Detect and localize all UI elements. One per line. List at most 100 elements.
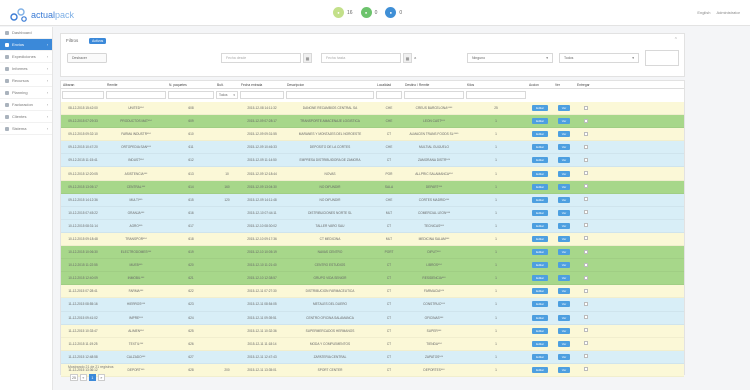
deliver-checkbox[interactable] xyxy=(584,301,588,306)
view-button[interactable]: Ver xyxy=(557,157,571,164)
deliver-checkbox[interactable] xyxy=(584,236,588,241)
collapse-icon[interactable]: ⌃ xyxy=(674,37,678,43)
edit-button[interactable]: Editar xyxy=(532,183,548,190)
table-row[interactable]: 10-12-2015 08:31:14 AGRO*** 617 2015-12-10 … xyxy=(61,219,684,233)
calendar-icon[interactable]: ▦ xyxy=(403,53,412,63)
deliver-checkbox[interactable] xyxy=(584,354,588,359)
deliver-checkbox[interactable] xyxy=(584,328,588,333)
table-row[interactable]: 11-12-2015 08:55:16 HIERROS*** 623 2015-12-… xyxy=(61,298,684,312)
deliver-checkbox[interactable] xyxy=(584,249,588,254)
column-header[interactable]: Remite xyxy=(105,81,167,88)
deliver-checkbox[interactable] xyxy=(584,157,588,162)
status-dot[interactable]: ● xyxy=(385,7,397,18)
deliver-checkbox[interactable] xyxy=(584,144,588,149)
column-filter-input[interactable] xyxy=(404,91,464,99)
type-select[interactable]: Todos ▾ xyxy=(559,53,639,63)
edit-button[interactable]: Editar xyxy=(532,314,548,321)
edit-button[interactable]: Editar xyxy=(532,366,548,373)
deliver-checkbox[interactable] xyxy=(584,105,588,110)
deliver-checkbox[interactable] xyxy=(584,275,588,280)
edit-button[interactable]: Editar xyxy=(532,249,548,256)
view-button[interactable]: Ver xyxy=(557,144,571,151)
view-button[interactable]: Ver xyxy=(557,222,571,229)
deliver-checkbox[interactable] xyxy=(584,171,588,176)
column-filter-input[interactable]: Todos ▾ xyxy=(216,91,238,99)
deliver-checkbox[interactable] xyxy=(584,197,588,202)
edit-button[interactable]: Editar xyxy=(532,157,548,164)
page-button[interactable]: « xyxy=(79,374,87,381)
view-button[interactable]: Ver xyxy=(557,249,571,256)
table-row[interactable]: 11-12-2015 09:41:02 IMPRE*** 624 2015-12-11… xyxy=(61,311,684,325)
edit-button[interactable]: Editar xyxy=(532,222,548,229)
table-row[interactable]: 11-12-2015 10:33:47 ALIMEN*** 625 2015-12-1… xyxy=(61,324,684,338)
column-filter-input[interactable] xyxy=(168,91,214,99)
edit-button[interactable]: Editar xyxy=(532,288,548,295)
user-menu-link[interactable]: Administrator xyxy=(716,10,740,15)
table-row[interactable]: 10-12-2015 10:06:30 ELECTRODOMES*** 619 201… xyxy=(61,246,684,260)
page-size-select[interactable]: 25 xyxy=(70,374,78,381)
sidebar-item-clientes[interactable]: Clientes › xyxy=(0,111,52,123)
status-dot[interactable]: ● xyxy=(333,7,344,18)
view-button[interactable]: Ver xyxy=(557,314,571,321)
deliver-checkbox[interactable] xyxy=(584,288,588,293)
table-row[interactable]: 09-12-2015 12:20:05 ASISTENCIA*** 613 10 201… xyxy=(61,167,684,181)
view-button[interactable]: Ver xyxy=(557,366,571,373)
edit-button[interactable]: Editar xyxy=(532,340,548,347)
sidebar-item-dashboard[interactable]: Dashboard xyxy=(0,27,52,39)
column-filter-input[interactable] xyxy=(62,91,104,99)
deliver-checkbox[interactable] xyxy=(584,131,588,136)
view-button[interactable]: Ver xyxy=(557,288,571,295)
deliver-checkbox[interactable] xyxy=(584,341,588,346)
table-row[interactable]: 11-12-2015 13:36:12 DEPORT*** 628 200 2015-1… xyxy=(61,363,684,377)
column-filter-input[interactable] xyxy=(376,91,402,99)
column-header[interactable]: Kilos xyxy=(465,81,527,88)
deliver-checkbox[interactable] xyxy=(584,262,588,267)
sidebar-item-facturacion[interactable]: Facturacion › xyxy=(0,99,52,111)
column-header[interactable]: Entregar xyxy=(575,81,597,88)
table-row[interactable]: 09-12-2015 14:12:36 MULTI*** 615 120 2015-12… xyxy=(61,193,684,207)
edit-button[interactable]: Editar xyxy=(532,301,548,308)
column-filter-input[interactable] xyxy=(466,91,526,99)
calendar-icon[interactable]: ▦ xyxy=(303,53,312,63)
edit-button[interactable]: Editar xyxy=(532,275,548,282)
column-filter-input[interactable] xyxy=(286,91,374,99)
column-header[interactable]: Bult. xyxy=(215,81,239,88)
table-row[interactable]: 10-12-2015 07:45:22 GRANJA*** 616 2015-12-1… xyxy=(61,206,684,220)
column-header[interactable]: Localidad xyxy=(375,81,403,88)
sidebar-item-informes[interactable]: Informes › xyxy=(0,63,52,75)
language-link[interactable]: English xyxy=(697,10,710,15)
deliver-checkbox[interactable] xyxy=(584,118,588,123)
view-button[interactable]: Ver xyxy=(557,235,571,242)
sidebar-item-envios[interactable]: Envios › xyxy=(0,39,52,51)
view-button[interactable]: Ver xyxy=(557,196,571,203)
status-dot[interactable]: ● xyxy=(360,7,372,18)
column-header[interactable]: Fecha entrada xyxy=(239,81,285,88)
view-button[interactable]: Ver xyxy=(557,340,571,347)
clear-filters-button[interactable]: Deshacer xyxy=(67,53,107,63)
column-header[interactable]: Albaran xyxy=(61,81,105,88)
table-row[interactable]: 09-12-2015 09:32:10 FARMA INDUSTR*** 610 20… xyxy=(61,128,684,142)
column-filter-input[interactable] xyxy=(106,91,166,99)
column-filter-input[interactable] xyxy=(240,91,284,99)
deliver-checkbox[interactable] xyxy=(584,210,588,215)
table-row[interactable]: 10-12-2015 11:22:55 MUEB*** 620 2015-12-10 … xyxy=(61,259,684,273)
table-row[interactable]: 08-12-2015 15:42:00 UNITED*** 608 2015-12-0… xyxy=(61,102,684,116)
edit-button[interactable]: Editar xyxy=(532,118,548,125)
deliver-checkbox[interactable] xyxy=(584,315,588,320)
edit-button[interactable]: Editar xyxy=(532,353,548,360)
view-button[interactable]: Ver xyxy=(557,131,571,138)
table-row[interactable]: 11-12-2015 12:48:58 CALZADO*** 627 2015-12-… xyxy=(61,350,684,364)
extra-filter-box[interactable] xyxy=(645,50,679,66)
deliver-checkbox[interactable] xyxy=(584,184,588,189)
view-button[interactable]: Ver xyxy=(557,353,571,360)
edit-button[interactable]: Editar xyxy=(532,262,548,269)
table-row[interactable]: 09-12-2015 07:29:33 PRODUCTOS MAT*** 609 20… xyxy=(61,115,684,129)
sidebar-item-planning[interactable]: Planning › xyxy=(0,87,52,99)
view-button[interactable]: Ver xyxy=(557,327,571,334)
table-row[interactable]: 09-12-2015 10:47:20 ORTOPEDIA SAN*** 611 20… xyxy=(61,141,684,155)
edit-button[interactable]: Editar xyxy=(532,196,548,203)
view-button[interactable]: Ver xyxy=(557,209,571,216)
sidebar-item-sistema[interactable]: Sistema › xyxy=(0,123,52,135)
page-button[interactable]: 1 xyxy=(88,374,96,381)
view-button[interactable]: Ver xyxy=(557,170,571,177)
